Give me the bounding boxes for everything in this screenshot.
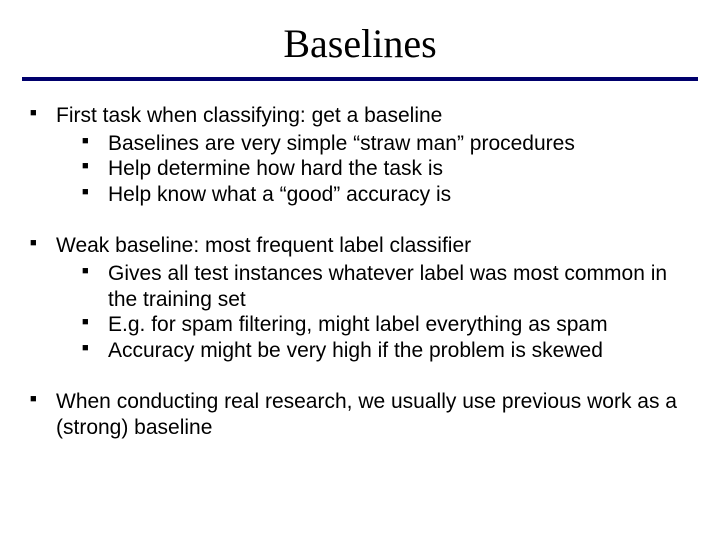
bullet-text: First task when classifying: get a basel… <box>56 104 442 127</box>
subbullet: Help know what a “good” accuracy is <box>82 182 690 208</box>
subbullet: Baselines are very simple “straw man” pr… <box>82 131 690 157</box>
subbullet: Help determine how hard the task is <box>82 156 690 182</box>
subbullet-text: Help know what a “good” accuracy is <box>108 183 451 206</box>
slide-title: Baselines <box>0 0 720 77</box>
bullet-text: When conducting real research, we usuall… <box>56 390 677 439</box>
slide-body: First task when classifying: get a basel… <box>0 81 720 441</box>
subbullet: E.g. for spam filtering, might label eve… <box>82 312 690 338</box>
subbullet: Gives all test instances whatever label … <box>82 261 690 312</box>
bullet-0: First task when classifying: get a basel… <box>30 103 690 207</box>
bullet-text: Weak baseline: most frequent label class… <box>56 234 471 257</box>
slide: Baselines First task when classifying: g… <box>0 0 720 540</box>
subbullet-text: Help determine how hard the task is <box>108 157 443 180</box>
subbullet-text: Baselines are very simple “straw man” pr… <box>108 132 575 155</box>
subbullet: Accuracy might be very high if the probl… <box>82 338 690 364</box>
bullet-1: Weak baseline: most frequent label class… <box>30 233 690 363</box>
subbullet-text: Gives all test instances whatever label … <box>108 262 667 311</box>
subbullet-text: E.g. for spam filtering, might label eve… <box>108 313 608 336</box>
bullet-2: When conducting real research, we usuall… <box>30 389 690 440</box>
subbullet-text: Accuracy might be very high if the probl… <box>108 339 603 362</box>
